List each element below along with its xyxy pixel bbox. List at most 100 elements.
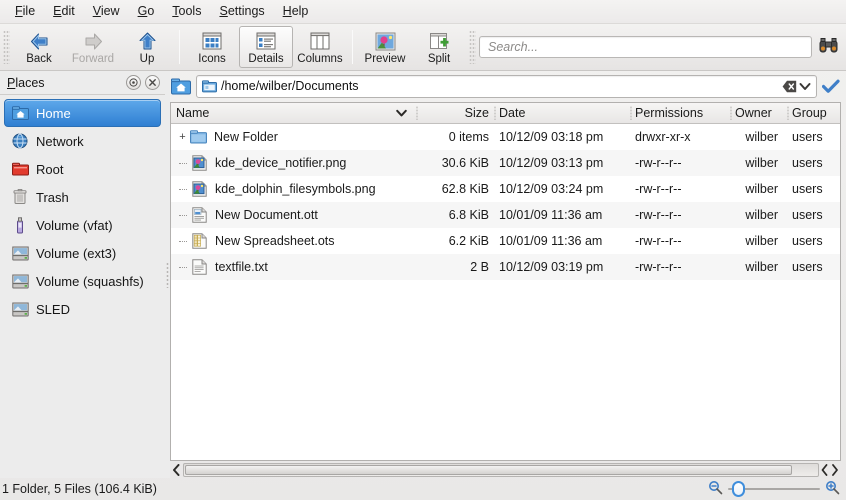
menu-go[interactable]: Go xyxy=(129,1,164,22)
column-header-name[interactable]: Name xyxy=(171,103,416,123)
horizontal-scrollbar-area xyxy=(170,461,841,478)
row-name-cell: New Document.ott xyxy=(171,202,416,228)
scroll-left-arrow-icon[interactable] xyxy=(170,464,183,476)
file-name-text: New Document.ott xyxy=(215,208,318,222)
menu-edit[interactable]: Edit xyxy=(44,1,84,22)
zoom-slider-handle[interactable] xyxy=(732,481,745,497)
menu-tools[interactable]: Tools xyxy=(163,1,210,22)
binoculars-icon[interactable] xyxy=(819,37,838,57)
home-folder-icon xyxy=(11,104,29,122)
table-row[interactable]: New Spreadsheet.ots 6.2 KiB 10/01/09 11:… xyxy=(171,228,840,254)
place-label-volume-ext3: Volume (ext3) xyxy=(36,245,117,261)
place-label-root: Root xyxy=(36,161,64,177)
trash-bin-icon xyxy=(11,188,29,206)
split-button[interactable]: Split xyxy=(412,26,466,68)
row-name-cell: New Spreadsheet.ots xyxy=(171,228,416,254)
sort-chevron-down-icon xyxy=(396,109,411,117)
scrollbar-thumb[interactable] xyxy=(185,465,792,475)
column-header-owner[interactable]: Owner xyxy=(730,103,787,123)
details-view-button[interactable]: Details xyxy=(239,26,293,68)
hard-drive-icon xyxy=(11,244,29,262)
place-item-volume-vfat[interactable]: Volume (vfat) xyxy=(4,211,161,239)
hard-drive-icon xyxy=(11,300,29,318)
place-label-sled: SLED xyxy=(36,301,70,317)
chevron-down-icon[interactable] xyxy=(797,78,813,94)
search-box[interactable] xyxy=(479,36,812,58)
expander-icon[interactable]: + xyxy=(176,124,189,150)
zoom-out-icon[interactable] xyxy=(708,480,723,498)
table-row[interactable]: + New Folder 0 items 10/12/09 03:18 pm d… xyxy=(171,124,840,150)
zoom-slider[interactable] xyxy=(728,481,820,497)
column-label-size: Size xyxy=(464,106,489,120)
table-row[interactable]: kde_device_notifier.png 30.6 KiB 10/12/0… xyxy=(171,150,840,176)
table-row[interactable]: textfile.txt 2 B 10/12/09 03:19 pm -rw-r… xyxy=(171,254,840,280)
row-permissions-cell: -rw-r--r-- xyxy=(635,156,682,170)
up-button-label: Up xyxy=(139,53,155,65)
places-close-button[interactable] xyxy=(145,75,160,90)
dolphin-file-manager-window: File Edit View Go Tools Settings Help Ba… xyxy=(0,0,846,500)
place-item-trash[interactable]: Trash xyxy=(4,183,161,211)
column-label-permissions: Permissions xyxy=(635,106,704,120)
toolbar-separator-3 xyxy=(469,30,476,64)
place-item-volume-squashfs[interactable]: Volume (squashfs) xyxy=(4,267,161,295)
row-group-cell: users xyxy=(792,156,823,170)
back-button[interactable]: Back xyxy=(12,26,66,68)
row-group-cell: users xyxy=(792,182,823,196)
clear-icon[interactable] xyxy=(781,78,797,94)
menu-settings[interactable]: Settings xyxy=(210,1,273,22)
row-permissions-cell: -rw-r--r-- xyxy=(635,182,682,196)
file-name-text: New Folder xyxy=(214,130,278,144)
place-item-root[interactable]: Root xyxy=(4,155,161,183)
toolbar: Back Forward Up Icons Details Columns Pr… xyxy=(0,24,846,71)
menu-help[interactable]: Help xyxy=(274,1,318,22)
up-button[interactable]: Up xyxy=(120,26,174,68)
columns-view-icon xyxy=(309,30,331,52)
place-item-network[interactable]: Network xyxy=(4,127,161,155)
row-group-cell: users xyxy=(792,260,823,274)
columns-view-button[interactable]: Columns xyxy=(293,26,347,68)
statusbar: 1 Folder, 5 Files (106.4 KiB) xyxy=(0,478,846,500)
menu-file[interactable]: File xyxy=(6,1,44,22)
row-name-cell: textfile.txt xyxy=(171,254,416,280)
search-input[interactable] xyxy=(486,39,805,55)
toolbar-grip[interactable] xyxy=(3,30,10,64)
spreadsheet-file-icon xyxy=(190,232,208,250)
row-name-cell: + New Folder xyxy=(171,124,416,150)
places-settings-button[interactable] xyxy=(126,75,141,90)
url-input-field[interactable]: /home/wilber/Documents xyxy=(196,74,817,98)
menu-view[interactable]: View xyxy=(84,1,129,22)
zoom-control xyxy=(708,480,840,498)
row-date-cell: 10/01/09 11:36 am xyxy=(499,208,603,222)
place-label-network: Network xyxy=(36,133,84,149)
column-header-group[interactable]: Group xyxy=(787,103,840,123)
home-icon[interactable] xyxy=(170,75,192,97)
row-owner-cell: wilber xyxy=(745,130,778,144)
horizontal-scrollbar[interactable] xyxy=(183,463,819,477)
column-header-date[interactable]: Date xyxy=(494,103,630,123)
document-file-icon xyxy=(190,206,208,224)
split-button-label: Split xyxy=(427,53,451,65)
forward-button-label: Forward xyxy=(71,53,115,65)
preview-button[interactable]: Preview xyxy=(358,26,412,68)
icons-view-label: Icons xyxy=(198,53,226,65)
column-header-size[interactable]: Size xyxy=(416,103,494,123)
column-header-permissions[interactable]: Permissions xyxy=(630,103,730,123)
table-row[interactable]: New Document.ott 6.8 KiB 10/01/09 11:36 … xyxy=(171,202,840,228)
zoom-in-icon[interactable] xyxy=(825,480,840,498)
place-item-volume-ext3[interactable]: Volume (ext3) xyxy=(4,239,161,267)
file-list-header: Name Size Date Permissions Owner Group xyxy=(171,103,840,124)
place-item-sled[interactable]: SLED xyxy=(4,295,161,323)
place-item-home[interactable]: Home xyxy=(4,99,161,127)
back-button-label: Back xyxy=(26,53,52,65)
checkmark-icon[interactable] xyxy=(821,79,841,94)
row-group-cell: users xyxy=(792,208,823,222)
forward-button[interactable]: Forward xyxy=(66,26,120,68)
forward-arrow-icon xyxy=(82,30,104,52)
places-list: Home Network Root Trash Volume (vfat) Vo… xyxy=(0,95,165,478)
preview-image-icon xyxy=(374,30,396,52)
table-row[interactable]: kde_dolphin_filesymbols.png 62.8 KiB 10/… xyxy=(171,176,840,202)
icons-view-button[interactable]: Icons xyxy=(185,26,239,68)
scroll-right-arrows-icon[interactable] xyxy=(819,464,841,476)
place-label-home: Home xyxy=(36,105,71,121)
row-permissions-cell: -rw-r--r-- xyxy=(635,234,682,248)
